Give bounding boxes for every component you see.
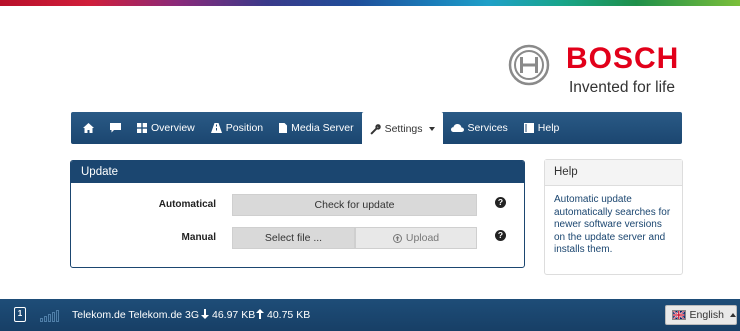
- file-icon: [279, 123, 288, 133]
- bosch-emblem-icon: [508, 44, 550, 86]
- nav-position-label: Position: [225, 122, 264, 134]
- top-color-stripe: [0, 0, 740, 6]
- language-label: English: [689, 309, 724, 321]
- main-navbar: Overview Position Media Server Settings …: [71, 112, 682, 146]
- bosch-logo: BOSCH Invented for life: [508, 42, 688, 98]
- update-panel: Update Automatical Check for update ? Ma…: [70, 160, 525, 268]
- check-for-update-label: Check for update: [314, 199, 395, 211]
- nav-home[interactable]: [71, 112, 102, 144]
- select-file-label: Select file ...: [264, 232, 323, 244]
- nav-services-label: Services: [467, 122, 508, 134]
- carrier-name: Telekom.de Telekom.de 3G: [72, 309, 200, 321]
- signal-strength-icon: [40, 308, 64, 322]
- check-for-update-button[interactable]: Check for update: [232, 194, 477, 216]
- grid-icon: [137, 123, 147, 133]
- chat-icon: [110, 123, 121, 133]
- nav-messages[interactable]: [102, 112, 129, 144]
- upload-circle-icon: [392, 233, 402, 243]
- help-box: Help Automatic update automatically sear…: [544, 159, 683, 275]
- book-icon: [523, 123, 534, 133]
- upload-amount: 40.75 KB: [267, 309, 311, 321]
- download-counter: 46.97 KB: [201, 309, 255, 321]
- arrow-down-icon: [201, 309, 209, 319]
- nav-overview[interactable]: Overview: [129, 112, 203, 144]
- arrow-up-icon: [256, 309, 264, 319]
- help-box-title: Help: [545, 160, 682, 186]
- brand-tagline: Invented for life: [569, 79, 675, 96]
- manual-row: Manual Select file ... Upload ?: [71, 227, 524, 249]
- wrench-icon: [369, 123, 381, 135]
- nav-media-server-label: Media Server: [291, 122, 354, 134]
- manual-help-icon[interactable]: ?: [495, 230, 506, 241]
- download-amount: 46.97 KB: [212, 309, 256, 321]
- chevron-up-icon: [730, 313, 736, 317]
- sim-slot-number: 1: [17, 309, 23, 318]
- automatical-label: Automatical: [158, 199, 216, 210]
- nav-position[interactable]: Position: [203, 112, 271, 144]
- update-panel-title: Update: [71, 161, 524, 183]
- road-icon: [210, 123, 222, 133]
- status-bar: 1 Telekom.de Telekom.de 3G 46.97 KB 40.7…: [0, 299, 740, 331]
- nav-services[interactable]: Services: [443, 112, 516, 144]
- nav-settings[interactable]: Settings: [361, 112, 443, 146]
- automatical-row: Automatical Check for update ?: [71, 194, 524, 216]
- language-select[interactable]: English: [665, 305, 737, 325]
- nav-help-label: Help: [537, 122, 560, 134]
- select-file-button[interactable]: Select file ...: [232, 227, 355, 249]
- automatical-help-icon[interactable]: ?: [495, 197, 506, 208]
- upload-counter: 40.75 KB: [256, 309, 310, 321]
- home-icon: [83, 123, 94, 133]
- cloud-icon: [450, 124, 464, 132]
- nav-overview-label: Overview: [151, 122, 195, 134]
- chevron-down-icon: [428, 127, 435, 131]
- upload-label: Upload: [405, 232, 440, 244]
- help-box-text: Automatic update automatically searches …: [554, 194, 671, 255]
- sim-card-icon: 1: [14, 307, 26, 322]
- nav-settings-label: Settings: [384, 123, 423, 135]
- nav-help[interactable]: Help: [516, 112, 568, 144]
- brand-name: BOSCH: [566, 42, 680, 75]
- nav-media-server[interactable]: Media Server: [271, 112, 361, 144]
- manual-label: Manual: [181, 232, 216, 243]
- upload-button[interactable]: Upload: [355, 227, 477, 249]
- uk-flag-icon: [672, 310, 686, 320]
